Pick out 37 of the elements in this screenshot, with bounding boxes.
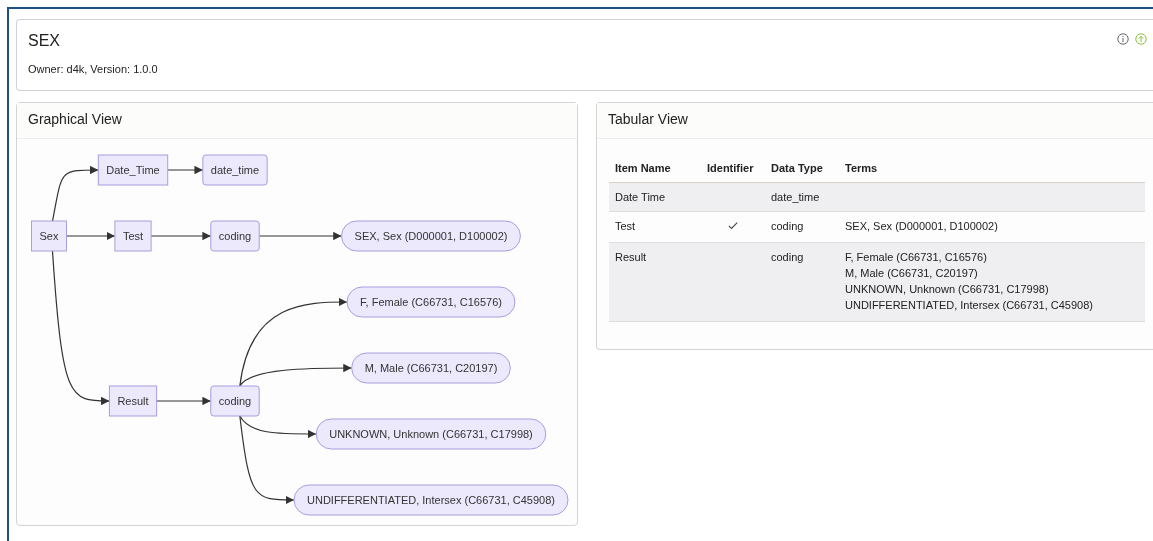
term-text: F, Female (C66731, C16576) [845, 250, 988, 265]
diagram-node: Result [108, 385, 158, 417]
data-type-cell: date_time [771, 191, 820, 203]
term-node: M, Male (C66731, C20197) [351, 352, 511, 384]
diagram-node: coding [210, 220, 260, 252]
item-name-cell: Date Time [615, 191, 666, 203]
info-icon[interactable] [1117, 33, 1129, 45]
data-type-cell: coding [771, 220, 804, 232]
diagram-node: coding [210, 385, 260, 417]
column-header: Item Name [609, 154, 701, 183]
diagram-node: date_time [202, 154, 268, 186]
connector-arrow [156, 396, 212, 406]
column-header: Terms [839, 154, 1145, 183]
term-node: SEX, Sex (D000001, D100002) [341, 220, 521, 252]
card-title: Graphical View [17, 103, 577, 139]
connector-arrow [51, 165, 99, 222]
term-node: UNDIFFERENTIATED, Intersex (C66731, C45908) [293, 484, 569, 516]
term-text: SEX, Sex (D000001, D100002) [845, 219, 999, 234]
connector-arrow [65, 231, 116, 241]
diagram-node: Test [114, 220, 152, 252]
term-text: UNKNOWN, Unknown (C66731, C17998) [845, 282, 1050, 297]
term-node: F, Female (C66731, C16576) [346, 286, 516, 318]
column-header: Data Type [765, 154, 839, 183]
term-text: M, Male (C66731, C20197) [845, 266, 979, 281]
item-name-cell: Result [615, 251, 647, 263]
column-header: Identifier [701, 154, 765, 183]
connector-arrow [167, 165, 204, 175]
page-title: SEX [28, 32, 61, 50]
card-title: Tabular View [597, 103, 1153, 139]
diagram-node: Sex [31, 220, 67, 252]
diagram-node: Date_Time [97, 154, 169, 186]
term-node: UNKNOWN, Unknown (C66731, C17998) [315, 418, 547, 450]
item-name-cell: Test [615, 220, 636, 232]
owner-version-text: Owner: d4k, Version: 1.0.0 [28, 63, 158, 75]
term-text: UNDIFFERENTIATED, Intersex (C66731, C45908) [845, 298, 1094, 313]
data-type-cell: coding [771, 251, 804, 263]
connector-arrow [150, 231, 212, 241]
